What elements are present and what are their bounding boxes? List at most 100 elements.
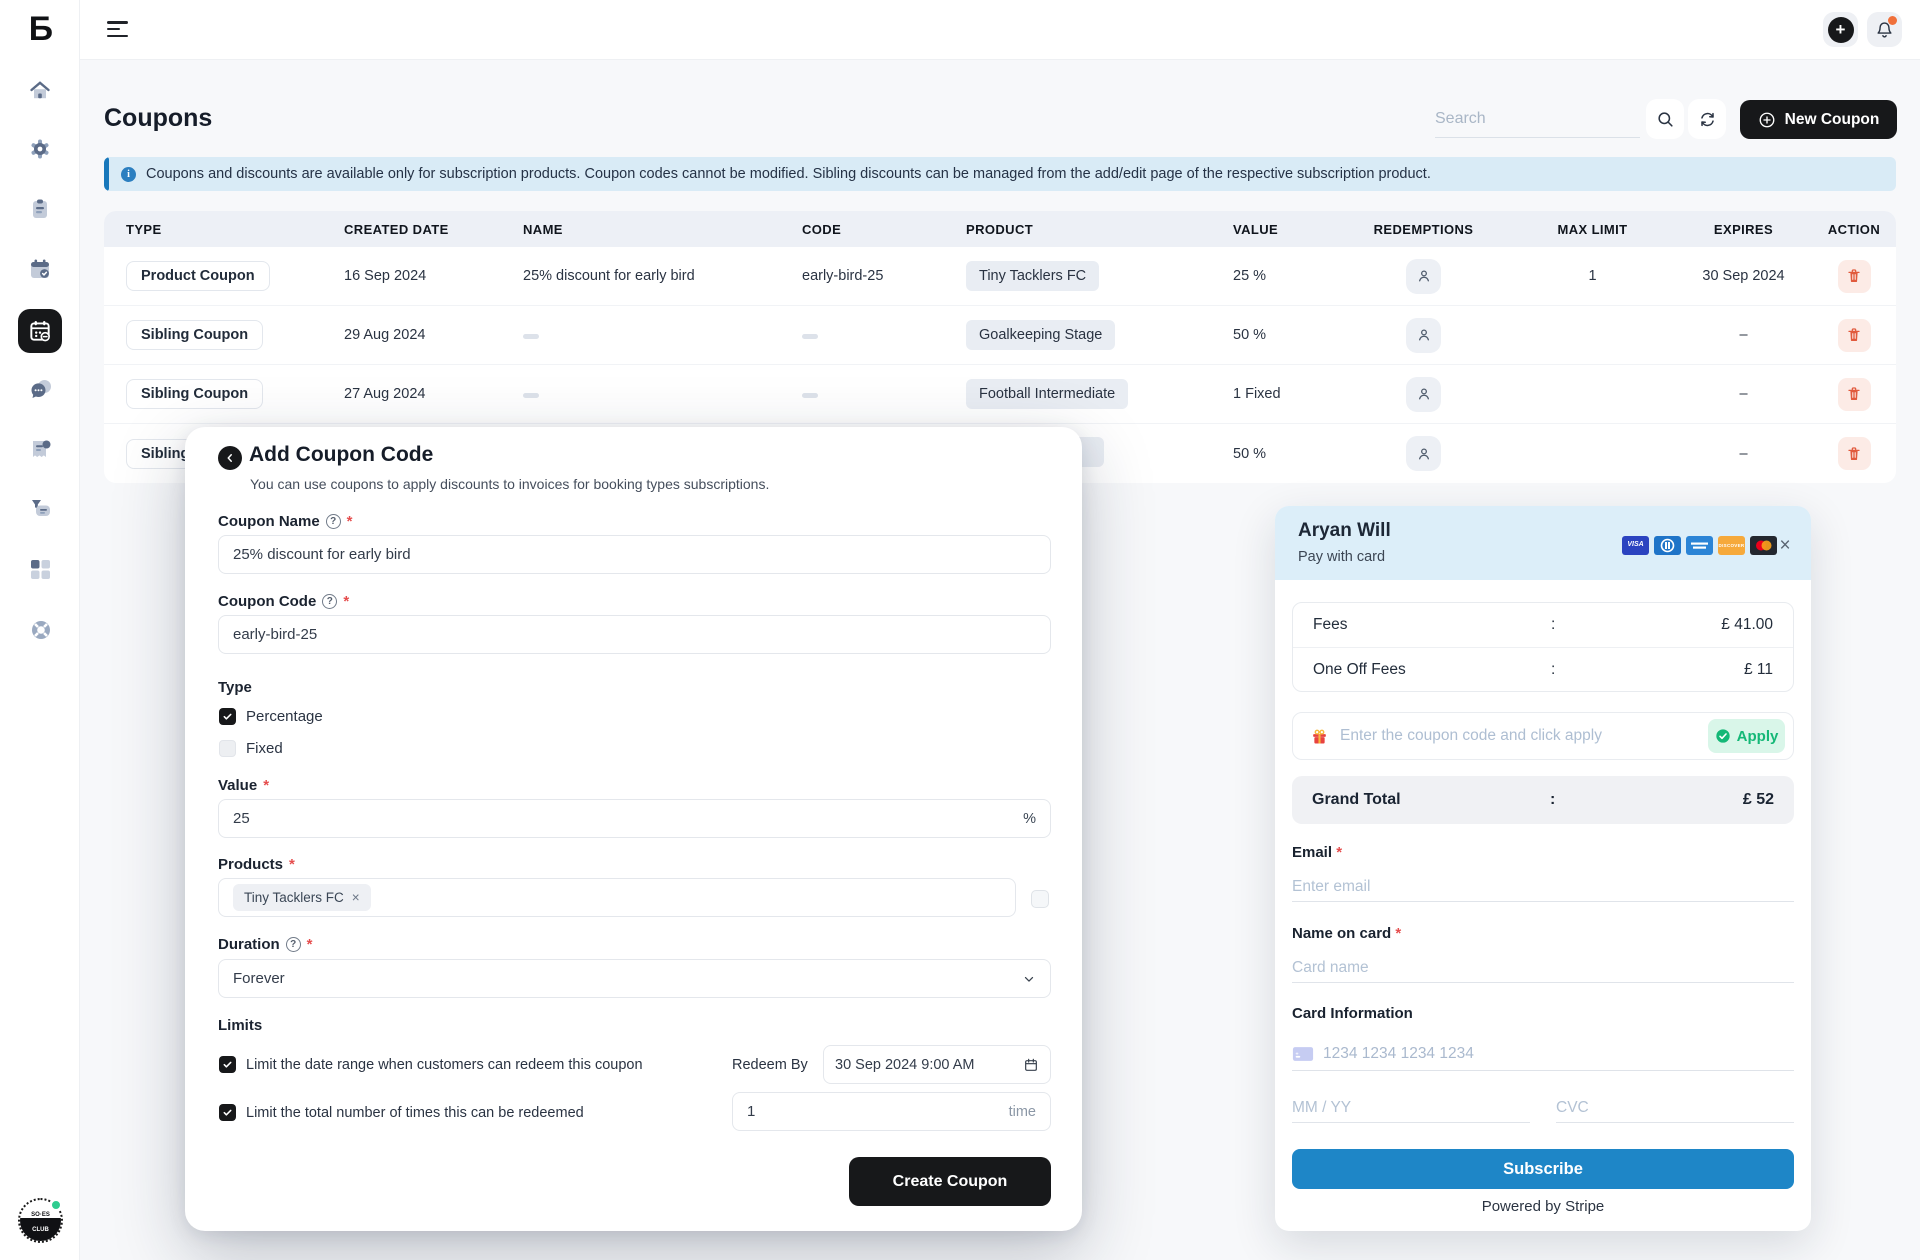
products-field[interactable]: Tiny Tacklers FC ×: [218, 878, 1016, 917]
info-banner-text: Coupons and discounts are available only…: [146, 166, 1431, 182]
back-button[interactable]: [218, 446, 242, 470]
help-icon[interactable]: ?: [322, 594, 337, 609]
person-icon: [1415, 326, 1433, 344]
checkbox-checked[interactable]: [219, 1056, 236, 1073]
table-header-row: TYPE CREATED DATE NAME CODE PRODUCT VALU…: [104, 211, 1896, 247]
diners-icon: [1654, 536, 1681, 555]
percentage-checkbox-row[interactable]: Percentage: [219, 708, 323, 725]
table-row: Product Coupon 16 Sep 2024 25% discount …: [104, 247, 1896, 306]
powered-by-stripe: Powered by Stripe: [1275, 1198, 1811, 1215]
sidebar-item-bookings[interactable]: [28, 257, 52, 281]
coupon-code-input[interactable]: [233, 626, 1036, 643]
products-side-checkbox[interactable]: [1031, 890, 1049, 908]
times-input[interactable]: [747, 1103, 1009, 1120]
delete-button[interactable]: [1838, 319, 1871, 352]
card-brand-icons: VISA DISCOVER: [1622, 536, 1777, 555]
sidebar-item-chat[interactable]: [28, 377, 52, 401]
type-label: Type: [218, 679, 252, 696]
table-row: Sibling Coupon 27 Aug 2024 Football Inte…: [104, 365, 1896, 424]
plus-icon: +: [1828, 17, 1854, 43]
card-number-input[interactable]: [1323, 1045, 1794, 1063]
new-coupon-button[interactable]: New Coupon: [1740, 100, 1897, 139]
delete-button[interactable]: [1838, 378, 1871, 411]
close-icon[interactable]: ×: [1775, 536, 1795, 556]
amex-icon: [1686, 536, 1713, 555]
create-coupon-button[interactable]: Create Coupon: [849, 1157, 1051, 1206]
card-information-label: Card Information: [1292, 1005, 1413, 1022]
coupon-code-apply-input[interactable]: [1340, 727, 1697, 745]
redeem-by-label: Redeem By: [732, 1057, 808, 1073]
name-on-card-label: Name on card *: [1292, 925, 1401, 942]
person-icon: [1415, 267, 1433, 285]
empty-dash: [523, 334, 539, 339]
plus-circle-icon: [1758, 111, 1776, 129]
refresh-button[interactable]: [1688, 99, 1726, 139]
redemptions-button[interactable]: [1406, 377, 1441, 412]
redemptions-button[interactable]: [1406, 259, 1441, 294]
cvc-input[interactable]: [1556, 1093, 1794, 1123]
redeem-by-input[interactable]: [835, 1057, 1023, 1073]
coupon-code-label: Coupon Code ? *: [218, 593, 349, 610]
subscribe-button[interactable]: Subscribe: [1292, 1149, 1794, 1189]
coupon-code-field: [218, 615, 1051, 654]
card-name-input[interactable]: [1292, 953, 1794, 983]
search-input[interactable]: [1435, 100, 1640, 137]
sidebar-item-notes[interactable]: [28, 197, 52, 221]
page-title: Coupons: [104, 104, 212, 133]
menu-toggle-icon[interactable]: [107, 21, 129, 39]
sidebar-item-home[interactable]: [28, 79, 52, 103]
expiry-input[interactable]: [1292, 1093, 1530, 1123]
fixed-checkbox-row[interactable]: Fixed: [219, 740, 283, 757]
funnel-chat-icon: [28, 496, 54, 522]
type-badge: Sibling Coupon: [126, 379, 263, 409]
value-label: Value *: [218, 777, 269, 794]
person-icon: [1415, 385, 1433, 403]
chat-icon: [28, 377, 54, 403]
help-icon[interactable]: ?: [326, 514, 341, 529]
sidebar-item-invoices[interactable]: [28, 437, 52, 461]
checkbox-unchecked[interactable]: [219, 740, 236, 757]
notifications-button[interactable]: [1867, 12, 1902, 47]
delete-button[interactable]: [1838, 260, 1871, 293]
trash-icon: [1846, 268, 1862, 284]
coupon-name-label: Coupon Name ? *: [218, 513, 353, 530]
limit-date-row[interactable]: Limit the date range when customers can …: [219, 1056, 643, 1073]
products-label: Products *: [218, 856, 295, 873]
coupon-name-input[interactable]: [233, 546, 1036, 563]
redeem-by-field: [823, 1045, 1051, 1084]
limit-times-row[interactable]: Limit the total number of times this can…: [219, 1104, 584, 1121]
app-logo[interactable]: Ƃ: [0, 10, 80, 49]
search-button[interactable]: [1646, 99, 1684, 139]
clipboard-icon: [28, 197, 52, 221]
receipt-icon: [28, 437, 54, 463]
product-tag: Tiny Tacklers FC ×: [233, 884, 371, 911]
checkbox-checked[interactable]: [219, 1104, 236, 1121]
type-badge: Sibling Coupon: [126, 320, 263, 350]
sidebar-item-coupons-active[interactable]: [18, 309, 62, 353]
search-icon: [1656, 110, 1675, 129]
sidebar: Ƃ SO·ES CLUB: [0, 0, 80, 1260]
person-icon: [1415, 445, 1433, 463]
sidebar-item-apps[interactable]: [28, 557, 52, 581]
email-input[interactable]: [1292, 872, 1794, 902]
calendar-check-icon: [28, 257, 52, 281]
help-icon[interactable]: ?: [286, 937, 301, 952]
value-input[interactable]: [233, 810, 1023, 827]
checkbox-checked[interactable]: [219, 708, 236, 725]
sidebar-item-help[interactable]: [28, 617, 52, 641]
redemptions-button[interactable]: [1406, 318, 1441, 353]
info-icon: i: [121, 167, 136, 182]
delete-button[interactable]: [1838, 437, 1871, 470]
duration-select[interactable]: Forever: [218, 959, 1051, 998]
sidebar-item-leads[interactable]: [28, 496, 52, 520]
trash-icon: [1846, 446, 1862, 462]
apply-button[interactable]: Apply: [1708, 719, 1785, 753]
redemptions-button[interactable]: [1406, 436, 1441, 471]
add-coupon-modal: Add Coupon Code You can use coupons to a…: [185, 427, 1082, 1231]
grid-icon: [28, 557, 52, 581]
visa-icon: VISA: [1622, 536, 1649, 555]
sidebar-item-settings[interactable]: [28, 137, 52, 161]
trash-icon: [1846, 386, 1862, 402]
quick-add-button[interactable]: +: [1823, 12, 1858, 47]
tag-remove-icon[interactable]: ×: [352, 890, 360, 905]
